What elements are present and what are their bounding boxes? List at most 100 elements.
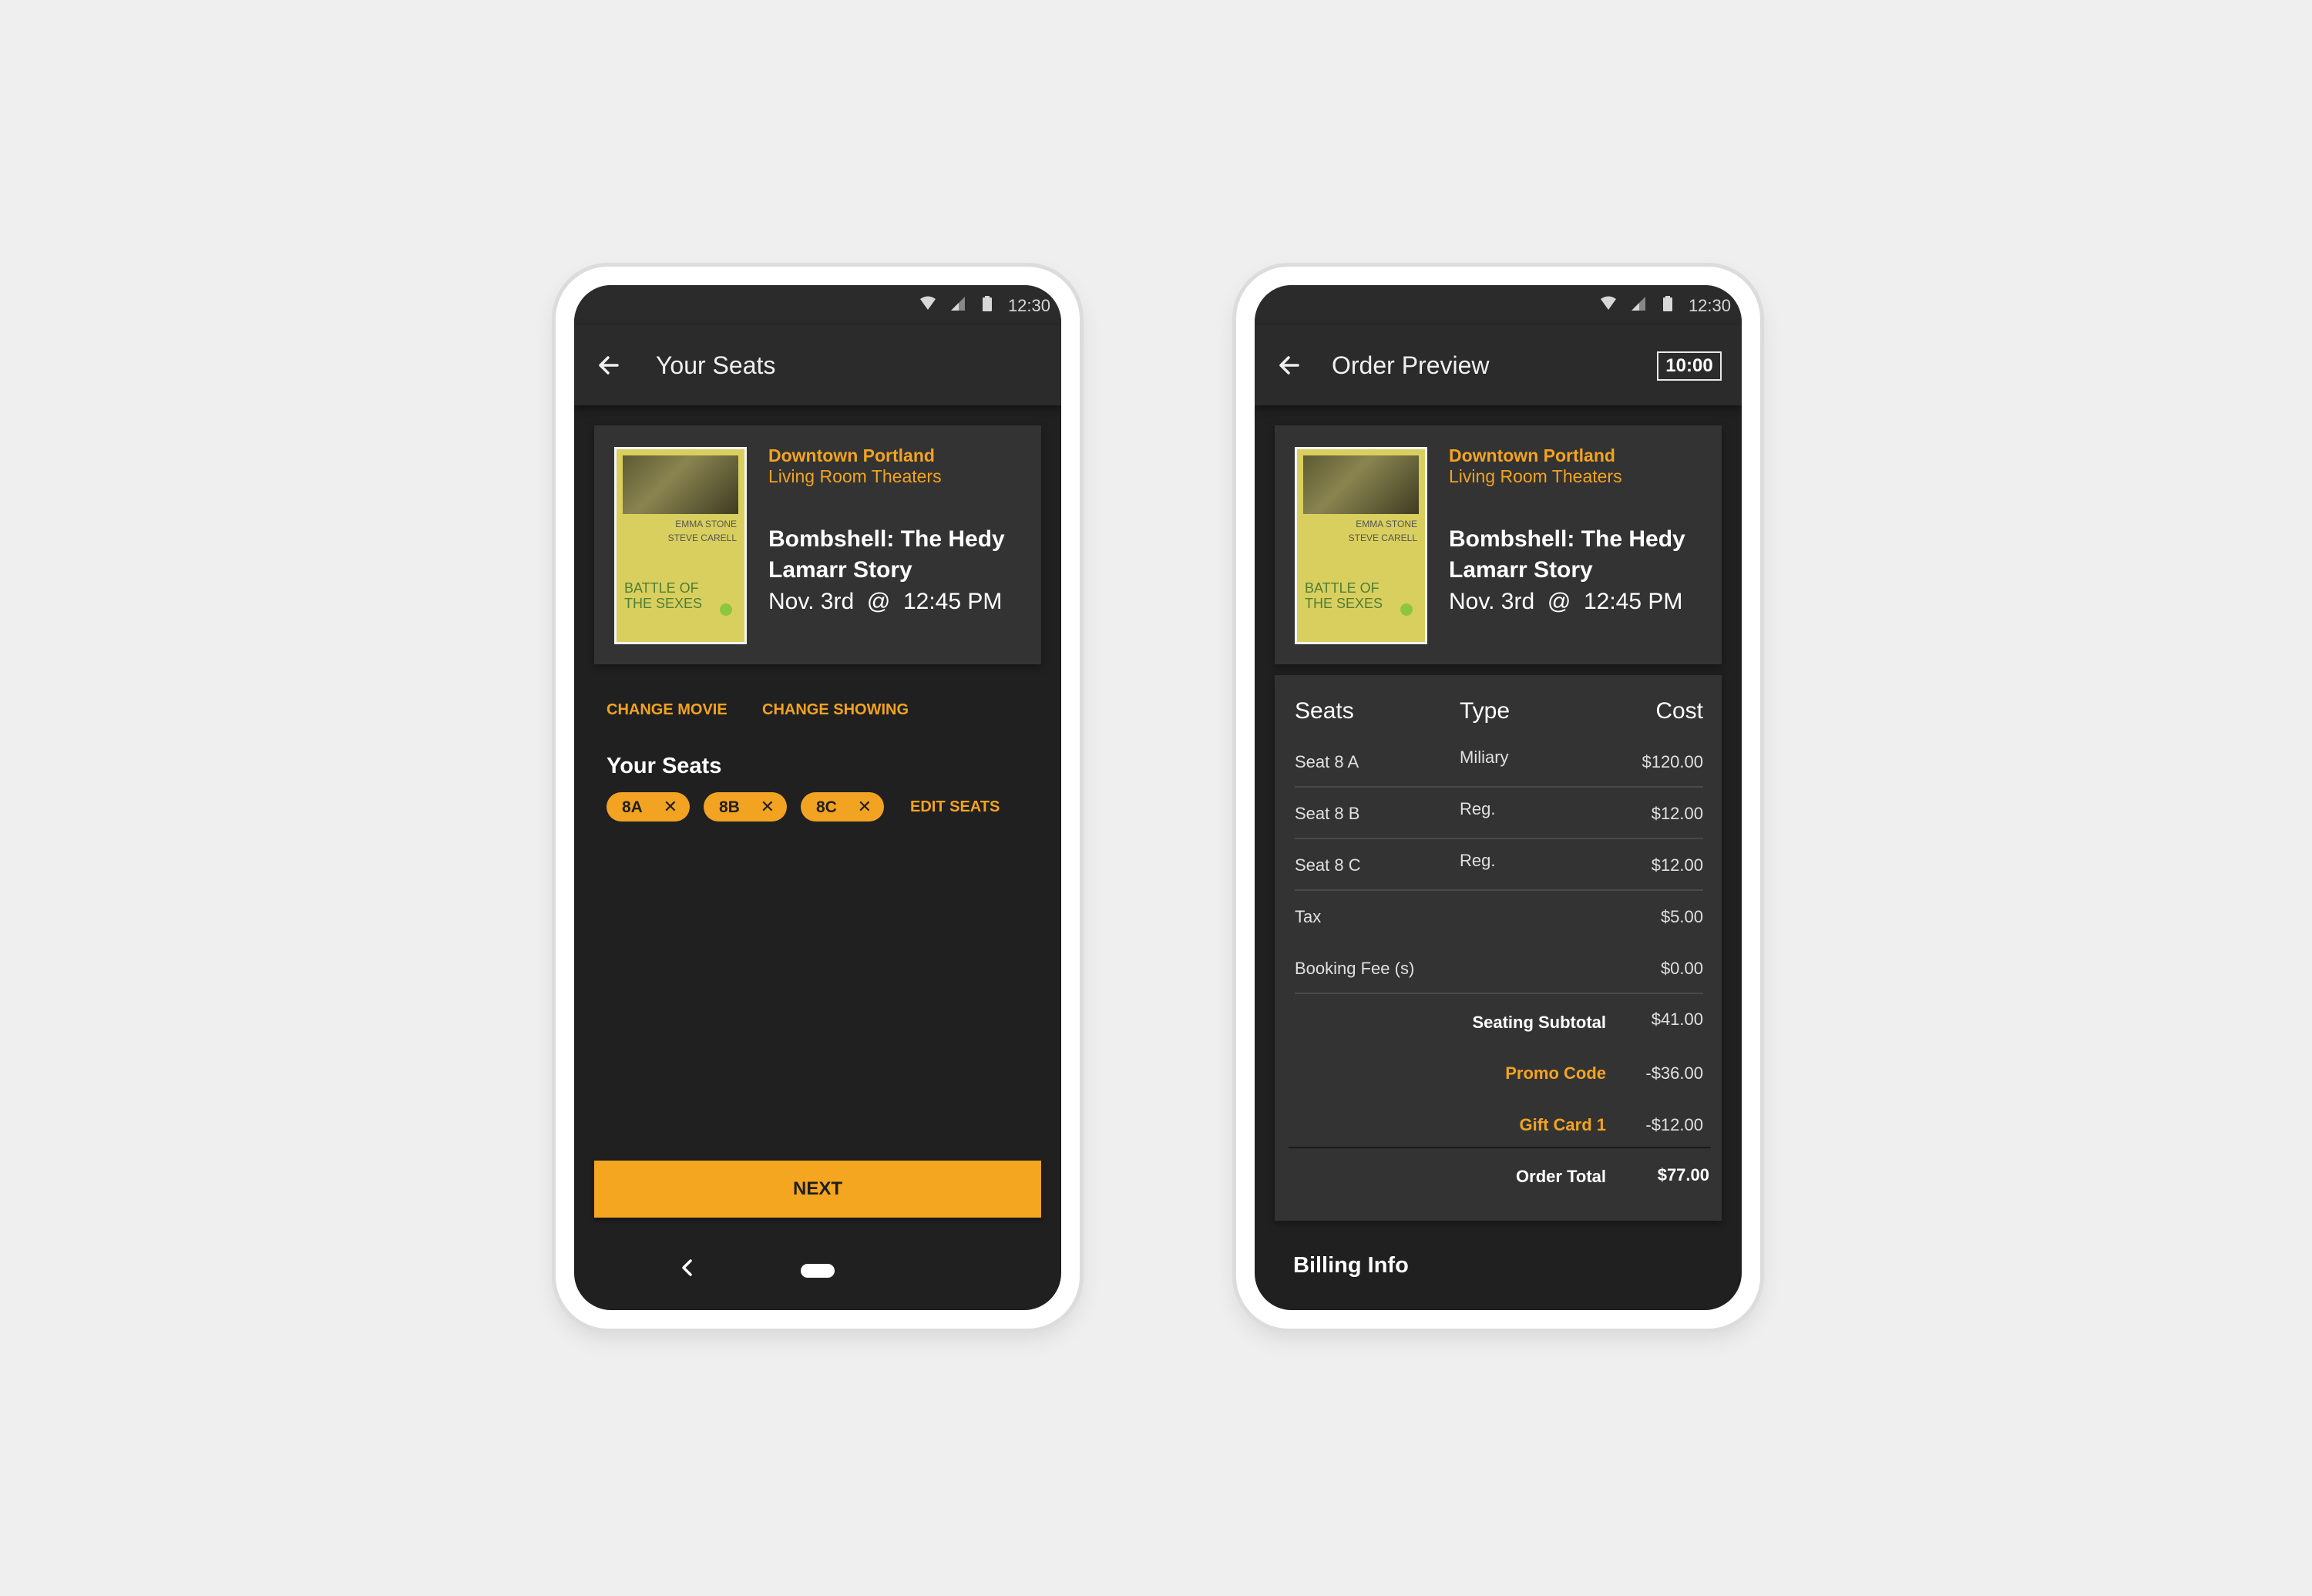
- line-seat: Seat 8 B: [1295, 804, 1360, 823]
- home-pill-icon[interactable]: [801, 1264, 835, 1278]
- next-button[interactable]: NEXT: [594, 1161, 1041, 1218]
- poster-names: EMMA STONE STEVE CARELL: [1349, 517, 1417, 545]
- venue-name: Downtown Portland: [768, 445, 935, 465]
- phone-your-seats: 12:30 Your Seats EMMA STONE STEVE CARELL…: [556, 267, 1080, 1329]
- battery-icon: [1663, 296, 1672, 311]
- tax-value: $5.00: [1660, 907, 1703, 926]
- movie-poster: EMMA STONE STEVE CARELL BATTLE OF THE SE…: [1295, 447, 1427, 644]
- line-type: Reg.: [1460, 799, 1496, 818]
- seat-chip-label: 8A: [622, 798, 643, 816]
- theater-name: Living Room Theaters: [768, 466, 942, 486]
- gift-card-value: -$12.00: [1645, 1115, 1703, 1134]
- line-cost: $120.00: [1642, 752, 1703, 771]
- venue-name: Downtown Portland: [1449, 445, 1615, 465]
- order-total-value: $77.00: [1657, 1165, 1709, 1184]
- booking-fee-value: $0.00: [1660, 959, 1703, 978]
- nav-back-icon[interactable]: [676, 1256, 699, 1279]
- poster-title-2: THE SEXES: [1305, 596, 1383, 611]
- movie-poster: EMMA STONE STEVE CARELL BATTLE OF THE SE…: [614, 447, 747, 644]
- battery-icon: [983, 296, 992, 311]
- poster-name-2: STEVE CARELL: [667, 533, 737, 543]
- promo-code-label[interactable]: Promo Code: [1505, 1063, 1606, 1084]
- change-showing-button[interactable]: CHANGE SHOWING: [762, 701, 909, 719]
- countdown-timer: 10:00: [1657, 351, 1722, 381]
- tax-label: Tax: [1295, 907, 1322, 926]
- close-icon[interactable]: ✕: [664, 797, 677, 817]
- order-total-label: Order Total: [1516, 1167, 1606, 1186]
- booking-fee-label: Booking Fee (s): [1295, 959, 1415, 978]
- movie-card: EMMA STONE STEVE CARELL BATTLE OF THE SE…: [1275, 425, 1722, 664]
- poster-photo: [623, 455, 738, 514]
- change-movie-button[interactable]: CHANGE MOVIE: [607, 701, 728, 719]
- status-bar: 12:30: [574, 285, 1061, 325]
- poster-name-1: EMMA STONE: [1356, 519, 1417, 529]
- billing-info-heading: Billing Info: [1293, 1253, 1409, 1278]
- poster-name-1: EMMA STONE: [675, 519, 737, 529]
- back-arrow-icon[interactable]: [1275, 351, 1304, 380]
- nav-bar: [574, 1233, 1061, 1310]
- seat-chip-8c[interactable]: 8C ✕: [801, 792, 884, 822]
- signal-icon: [951, 297, 965, 311]
- phone-order-preview: 12:30 Order Preview 10:00 EMMA STONE STE…: [1236, 267, 1760, 1329]
- promo-code-value: -$36.00: [1645, 1063, 1703, 1083]
- your-seats-heading: Your Seats: [607, 754, 722, 778]
- screen: 12:30 Order Preview 10:00 EMMA STONE STE…: [1255, 285, 1742, 1310]
- seat-chip-8a[interactable]: 8A ✕: [607, 792, 690, 822]
- poster-title: BATTLE OF THE SEXES: [624, 580, 702, 611]
- tennis-ball-icon: [720, 603, 732, 616]
- show-date: Nov. 3rd: [768, 589, 855, 614]
- page-title: Your Seats: [656, 351, 776, 379]
- order-summary-card: Seats Type Cost Seat 8 A Miliary $120.00…: [1275, 675, 1722, 1221]
- row-divider: [1295, 838, 1703, 839]
- gift-card-label[interactable]: Gift Card 1: [1520, 1115, 1606, 1135]
- line-cost: $12.00: [1651, 855, 1703, 875]
- total-divider: [1289, 1147, 1711, 1148]
- wifi-icon: [1601, 296, 1616, 310]
- show-at: @: [866, 589, 891, 614]
- close-icon[interactable]: ✕: [858, 797, 872, 817]
- status-bar: 12:30: [1255, 285, 1742, 325]
- poster-names: EMMA STONE STEVE CARELL: [668, 517, 737, 545]
- line-type: Miliary: [1460, 748, 1509, 767]
- subtotal-label: Seating Subtotal: [1472, 1013, 1606, 1032]
- poster-title: BATTLE OF THE SEXES: [1305, 580, 1383, 611]
- show-time: 12:45 PM: [1583, 589, 1683, 614]
- wifi-icon: [920, 296, 936, 310]
- back-arrow-icon[interactable]: [594, 351, 623, 380]
- line-seat: Seat 8 A: [1295, 752, 1359, 771]
- seat-chip-label: 8B: [719, 798, 740, 816]
- status-time: 12:30: [1688, 296, 1731, 315]
- poster-title-1: BATTLE OF: [624, 580, 699, 596]
- status-time: 12:30: [1007, 296, 1050, 315]
- poster-title-2: THE SEXES: [624, 596, 703, 611]
- line-seat: Seat 8 C: [1295, 855, 1361, 875]
- seat-chip-8b[interactable]: 8B ✕: [704, 792, 787, 822]
- header-type: Type: [1460, 698, 1511, 724]
- showtime: Nov. 3rd @ 12:45 PM: [768, 589, 1002, 615]
- app-bar: Order Preview 10:00: [1255, 325, 1742, 405]
- line-type: Reg.: [1460, 851, 1496, 870]
- poster-name-2: STEVE CARELL: [1348, 533, 1417, 543]
- subtotal-value: $41.00: [1651, 1010, 1703, 1029]
- show-at: @: [1547, 589, 1571, 614]
- poster-title-1: BATTLE OF: [1305, 580, 1379, 596]
- seat-chip-label: 8C: [816, 798, 837, 816]
- theater-name: Living Room Theaters: [1449, 466, 1622, 486]
- show-date: Nov. 3rd: [1449, 589, 1535, 614]
- movie-card: EMMA STONE STEVE CARELL BATTLE OF THE SE…: [594, 425, 1041, 664]
- screen: 12:30 Your Seats EMMA STONE STEVE CARELL…: [574, 285, 1061, 1310]
- line-cost: $12.00: [1651, 804, 1703, 823]
- header-cost: Cost: [1655, 698, 1703, 724]
- close-icon[interactable]: ✕: [761, 797, 775, 817]
- edit-seats-button[interactable]: EDIT SEATS: [910, 798, 1000, 816]
- showtime: Nov. 3rd @ 12:45 PM: [1449, 589, 1682, 615]
- show-time: 12:45 PM: [902, 589, 1003, 614]
- app-bar: Your Seats: [574, 325, 1061, 405]
- movie-title: Bombshell: The Hedy Lamarr Story: [1449, 526, 1685, 583]
- row-divider: [1295, 889, 1703, 891]
- row-divider: [1295, 786, 1703, 788]
- row-divider: [1295, 993, 1703, 994]
- page-title: Order Preview: [1332, 351, 1490, 379]
- poster-photo: [1303, 455, 1419, 514]
- tennis-ball-icon: [1400, 603, 1413, 616]
